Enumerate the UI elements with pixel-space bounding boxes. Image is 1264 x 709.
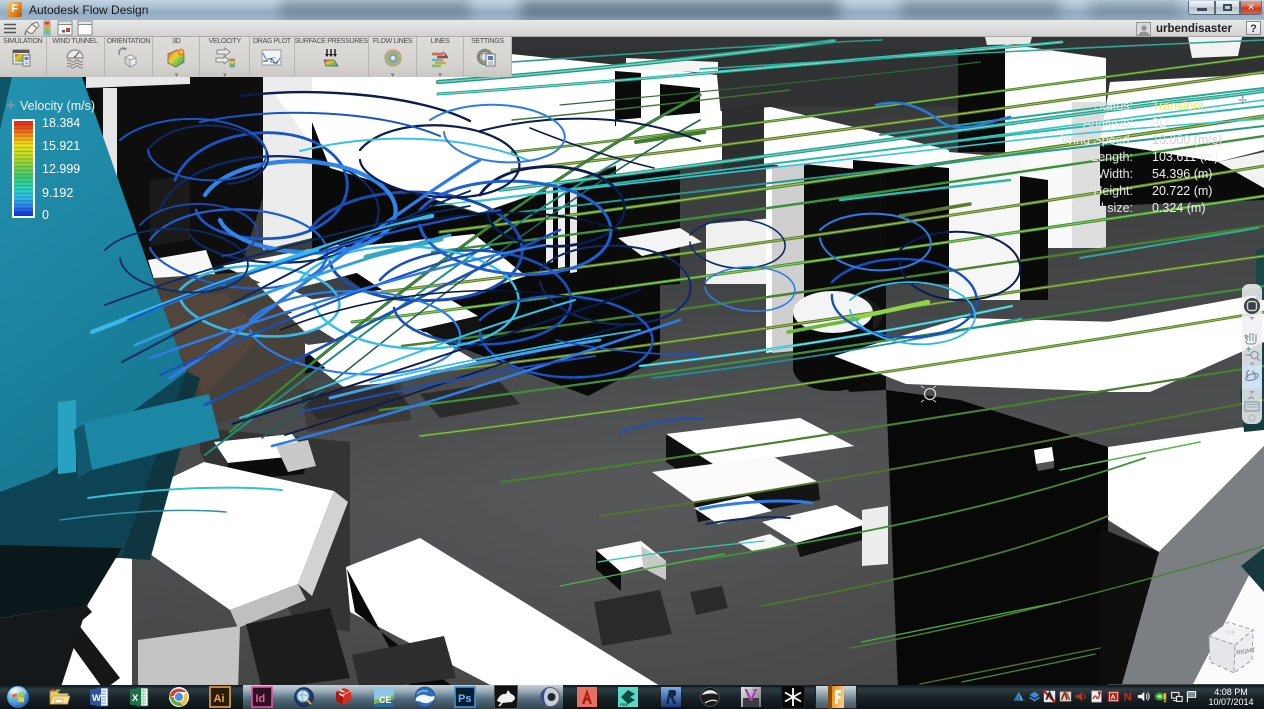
- svg-text:54.396 (m): 54.396 (m): [1152, 167, 1212, 181]
- svg-text:0.324 (m): 0.324 (m): [1152, 201, 1206, 215]
- svg-text:18.384: 18.384: [42, 116, 80, 130]
- svg-text:Transient: Transient: [1152, 99, 1204, 113]
- svg-text:Velocity (m/s): Velocity (m/s): [20, 99, 95, 113]
- svg-text:12.999: 12.999: [42, 162, 80, 176]
- svg-text:Ai: Ai: [214, 693, 225, 705]
- svg-text:N: N: [1124, 692, 1132, 703]
- svg-text:Id: Id: [256, 693, 266, 705]
- svg-text:✛: ✛: [6, 100, 15, 112]
- svg-text:15.921: 15.921: [42, 139, 80, 153]
- svg-text:Analysis:: Analysis:: [1083, 116, 1133, 130]
- svg-text:Height:: Height:: [1093, 184, 1133, 198]
- svg-text:Width:: Width:: [1098, 167, 1133, 181]
- svg-text:0: 0: [42, 208, 49, 222]
- svg-text:FBX: FBX: [620, 702, 628, 707]
- svg-text:X: X: [132, 693, 139, 704]
- svg-text:✛: ✛: [1238, 95, 1247, 107]
- svg-text:20.722 (m): 20.722 (m): [1152, 184, 1212, 198]
- svg-text:TOP: TOP: [1224, 630, 1236, 637]
- svg-text:10.000 (m/s): 10.000 (m/s): [1152, 133, 1222, 147]
- svg-text:3D: 3D: [1152, 116, 1168, 130]
- svg-text:Wind Speed:: Wind Speed:: [1061, 133, 1133, 147]
- svg-text:CE: CE: [379, 695, 392, 705]
- svg-text:Status:: Status:: [1094, 99, 1133, 113]
- svg-text:Voxel size:: Voxel size:: [1073, 201, 1133, 215]
- svg-text:9.192: 9.192: [42, 186, 73, 200]
- svg-text:W: W: [92, 693, 101, 704]
- svg-text:Ps: Ps: [458, 693, 471, 705]
- svg-text:A: A: [1111, 694, 1116, 701]
- svg-text:103.611 (m): 103.611 (m): [1152, 150, 1218, 164]
- svg-text:Length:: Length:: [1091, 150, 1133, 164]
